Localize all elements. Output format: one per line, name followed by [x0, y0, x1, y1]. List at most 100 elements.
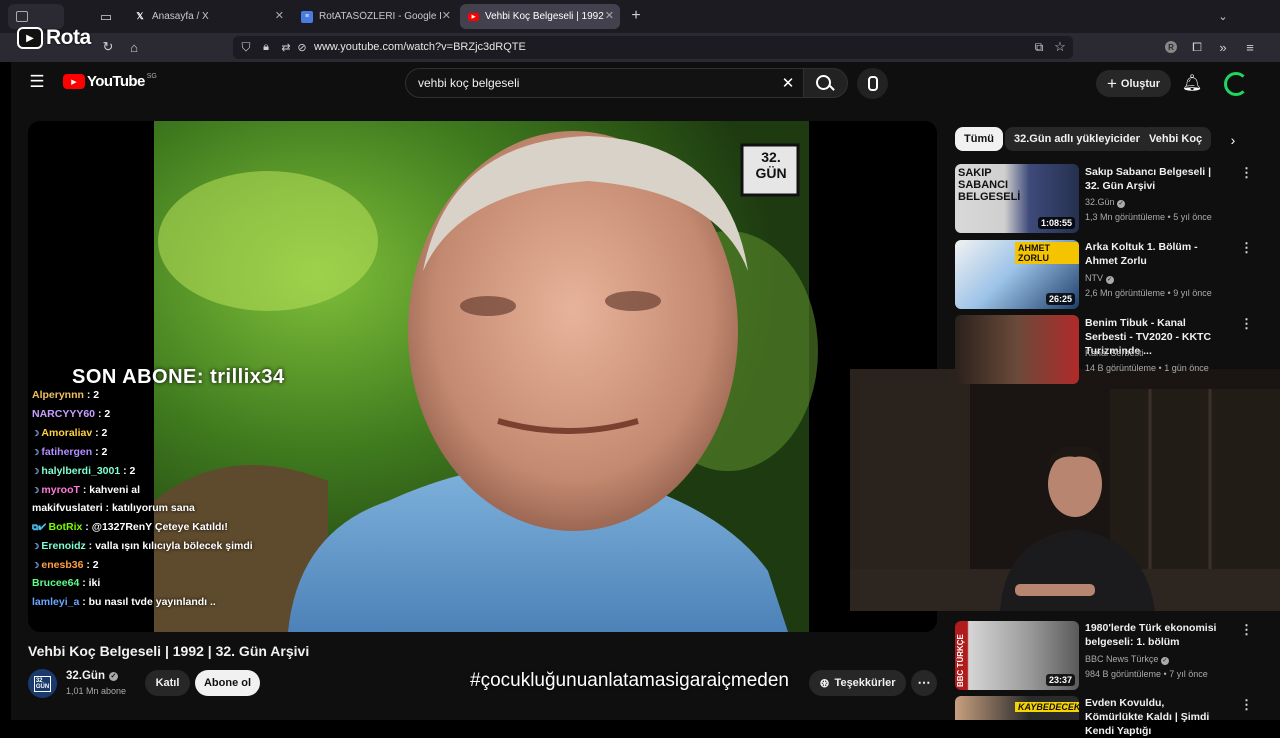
- bookmark-star-icon[interactable]: ☆: [1053, 39, 1067, 54]
- last-subscriber-label: SON ABONE: trillix34: [72, 366, 285, 388]
- rec-meta: 984 B görüntüleme • 7 yıl önce: [1085, 669, 1208, 679]
- chat-message: lamleyi_a : bu nasıl tvde yayınlandı ..: [32, 596, 216, 608]
- webcam-frame: [850, 369, 1280, 611]
- rec-channel[interactable]: NTV ✓: [1085, 272, 1114, 284]
- rec-thumbnail[interactable]: BBC TÜRKÇE 23:37: [955, 621, 1079, 690]
- rec-channel[interactable]: BBC News Türkçe ✓: [1085, 653, 1169, 665]
- rec-title[interactable]: 1980'lerde Türk ekonomisi belgeseli: 1. …: [1085, 621, 1225, 649]
- url-text[interactable]: www.youtube.com/watch?v=BRZjc3dRQTE: [314, 41, 526, 53]
- overflow-chevrons-icon[interactable]: »: [1216, 40, 1230, 55]
- rec-channel[interactable]: Kanal Serbesti: [1085, 347, 1144, 359]
- browser-tab-bar: ▭ 𝕏 Anasayfa / X ✕ ≡ RotATASÖZLERİ - Goo…: [0, 0, 1280, 33]
- rec-channel-name[interactable]: 32.Gün: [1085, 197, 1115, 207]
- tab-google-docs[interactable]: ≡ RotATASÖZLERİ - Google Dokü ✕: [293, 4, 457, 29]
- chat-message: NARCYYY60 : 2: [32, 408, 110, 420]
- picture-in-picture-icon[interactable]: ⧉: [1032, 40, 1046, 54]
- clear-search-icon[interactable]: ✕: [780, 75, 796, 92]
- subscribe-button[interactable]: Abone ol: [195, 670, 260, 696]
- join-button[interactable]: Katıl: [145, 670, 190, 696]
- chat-username: makifvuslateri: [32, 502, 103, 514]
- subscriber-count: 1,01 Mn abone: [66, 686, 127, 696]
- rec-channel[interactable]: 32.Gün ✓: [1085, 196, 1126, 208]
- rota-overlay-logo: ▶ Rota: [17, 25, 91, 51]
- extension-icon[interactable]: R: [1164, 40, 1178, 54]
- chat-text: : iki: [79, 577, 101, 589]
- microphone-icon: [867, 76, 878, 91]
- chat-message: ☽ Erenoidz : valla ışın kılıcıyla bölece…: [32, 540, 253, 552]
- tab-x-home[interactable]: 𝕏 Anasayfa / X ✕: [126, 4, 290, 29]
- more-vert-icon[interactable]: ⋮: [1240, 240, 1253, 256]
- avatar[interactable]: [1224, 72, 1248, 96]
- plus-icon: +: [1106, 73, 1117, 93]
- subscriber-badge-icon: ☽: [32, 542, 42, 551]
- rec-thumbnail[interactable]: SAKIP SABANCI BELGESELİ 1:08:55: [955, 164, 1079, 233]
- more-vert-icon[interactable]: ⋮: [1240, 316, 1253, 332]
- rec-thumbnail[interactable]: [955, 315, 1079, 384]
- search-icon: [816, 75, 831, 90]
- home-icon[interactable]: ⌂: [127, 40, 141, 55]
- rec-title[interactable]: Sakıp Sabancı Belgeseli | 32. Gün Arşivi: [1085, 165, 1225, 193]
- rec-channel-name[interactable]: NTV: [1085, 273, 1103, 283]
- chip-from-uploader[interactable]: 32.Gün adlı yükleyiciden: [1005, 127, 1152, 151]
- chip-all[interactable]: Tümü: [955, 127, 1003, 151]
- tab-label: Vehbi Koç Belgeseli | 1992 | 32.: [485, 11, 607, 22]
- rec-title[interactable]: Evden Kovuldu, Kömürlükte Kaldı | Şimdi …: [1085, 696, 1225, 738]
- chat-message: ☽ halylberdi_3001 : 2: [32, 465, 135, 477]
- chat-username: BotRix: [48, 521, 83, 533]
- chat-message: Brucee64 : iki: [32, 577, 100, 589]
- youtube-icon: ▶: [468, 12, 479, 21]
- search-input[interactable]: vehbi koç belgeseli: [418, 76, 519, 90]
- close-tab-icon[interactable]: ✕: [275, 9, 284, 22]
- rec-meta: 14 B görüntüleme • 1 gün önce: [1085, 363, 1209, 373]
- chevron-right-icon[interactable]: ›: [1224, 131, 1242, 149]
- google-docs-icon: ≡: [301, 10, 313, 23]
- tab-youtube-active[interactable]: ▶ Vehbi Koç Belgeseli | 1992 | 32. ✕: [460, 4, 620, 29]
- thanks-button[interactable]: ⊛ Teşekkürler: [809, 670, 906, 696]
- autoplay-blocked-icon[interactable]: ⊘: [295, 40, 309, 54]
- chevron-down-icon[interactable]: ⌄: [1215, 8, 1231, 24]
- more-actions-icon[interactable]: ⋯: [911, 670, 937, 696]
- channel-avatar[interactable]: 32 GÜN: [28, 669, 57, 698]
- menu-hamburger-icon[interactable]: ≡: [1243, 40, 1257, 55]
- chip-vehbi-koc[interactable]: Vehbi Koç: [1140, 127, 1212, 151]
- more-vert-icon[interactable]: ⋮: [1240, 697, 1253, 713]
- chat-message: Alperynnn : 2: [32, 389, 99, 401]
- voice-search-button[interactable]: [857, 68, 888, 99]
- rec-thumb-text: SAKIP SABANCI BELGESELİ: [958, 167, 1021, 203]
- hashtag-overlay: #çocukluğunuanlatamasigaraiçmeden: [470, 670, 789, 691]
- lock-icon[interactable]: 🔒︎: [259, 40, 273, 54]
- tab-list-icon[interactable]: ▭: [98, 9, 114, 25]
- chat-username: Alperynnn: [32, 389, 84, 401]
- channel-name-row[interactable]: 32.Gün ✓: [66, 670, 118, 682]
- guide-menu-icon[interactable]: ☰: [28, 72, 46, 91]
- verified-check-icon: ✓: [1105, 276, 1114, 284]
- rec-thumbnail[interactable]: KAYBEDECEK: [955, 696, 1079, 720]
- chat-username: NARCYYY60: [32, 408, 96, 420]
- chat-text: : katılıyorum sana: [102, 502, 195, 514]
- extensions-puzzle-icon[interactable]: ⧠: [1190, 40, 1204, 54]
- rec-thumbnail[interactable]: AHMET ZORLU 26:25: [955, 240, 1079, 309]
- chat-text: : 2: [92, 427, 108, 439]
- channel-watermark: 32. GÜN: [755, 149, 787, 181]
- new-tab-icon[interactable]: +: [628, 7, 644, 24]
- verified-check-icon: ✓: [108, 671, 118, 681]
- verified-check-icon: ✓: [1160, 657, 1169, 665]
- shield-icon[interactable]: ⛉: [239, 40, 253, 54]
- rec-channel-name[interactable]: BBC News Türkçe: [1085, 654, 1158, 664]
- chat-text: : 2: [83, 389, 100, 401]
- more-vert-icon[interactable]: ⋮: [1240, 622, 1253, 638]
- chat-text: : 2: [95, 408, 111, 420]
- rec-title[interactable]: Arka Koltuk 1. Bölüm - Ahmet Zorlu: [1085, 240, 1225, 268]
- more-vert-icon[interactable]: ⋮: [1240, 165, 1253, 181]
- duration-badge: 23:37: [1045, 674, 1075, 686]
- create-button[interactable]: + Oluştur: [1096, 70, 1171, 97]
- channel-name[interactable]: 32.Gün: [66, 670, 105, 682]
- reload-icon[interactable]: ↻: [101, 39, 115, 54]
- youtube-logo[interactable]: ▶ YouTube SG: [63, 73, 157, 90]
- permissions-icon[interactable]: ⇄: [279, 40, 293, 54]
- notifications-bell-icon[interactable]: 🔔︎: [1182, 74, 1202, 92]
- close-tab-icon[interactable]: ✕: [442, 9, 451, 22]
- chat-message: ⧉✔ BotRix : @1327RenY Çeteye Katıldı!: [32, 521, 228, 533]
- close-tab-icon[interactable]: ✕: [605, 9, 614, 22]
- chat-text: : valla ışın kılıcıyla bölecek şimdi: [85, 540, 253, 552]
